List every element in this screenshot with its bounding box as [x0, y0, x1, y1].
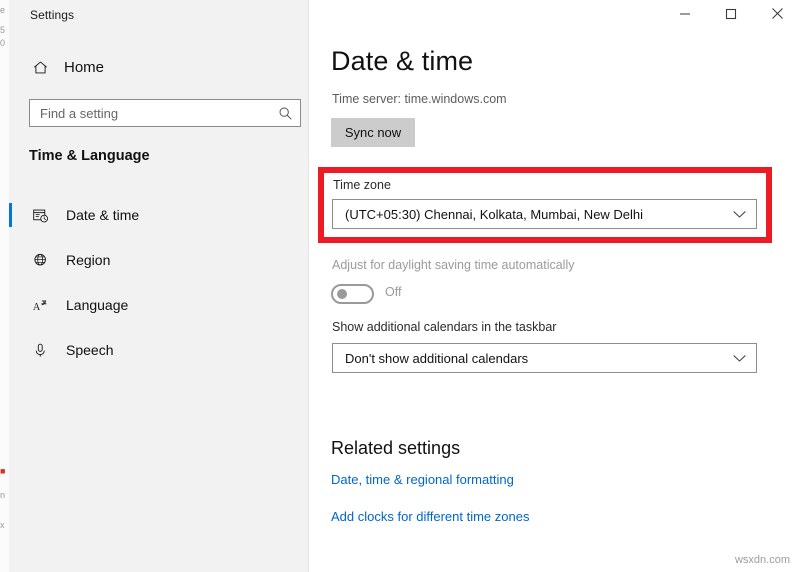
time-server-label: Time server: time.windows.com	[332, 92, 507, 106]
timezone-label: Time zone	[333, 178, 391, 192]
calendar-clock-icon	[31, 207, 49, 224]
search-icon[interactable]	[270, 106, 300, 121]
related-link-date-time-regional-formatting[interactable]: Date, time & regional formatting	[331, 472, 514, 487]
sidebar-item-language[interactable]: A Language	[9, 288, 308, 322]
settings-window: e 5 0 ■ n x Settings Home Ti	[0, 0, 800, 572]
sidebar: Settings Home Time & Language	[9, 0, 309, 572]
page-title: Date & time	[331, 46, 473, 77]
background-fragment: 5	[0, 25, 5, 35]
background-fragment: x	[0, 520, 5, 530]
related-link-add-clocks[interactable]: Add clocks for different time zones	[331, 509, 529, 524]
sidebar-item-date-and-time[interactable]: Date & time	[9, 198, 308, 232]
background-fragment: 0	[0, 38, 5, 48]
window-title: Settings	[30, 8, 74, 22]
svg-text:A: A	[32, 302, 40, 313]
search-input[interactable]	[30, 100, 270, 126]
sidebar-item-region[interactable]: Region	[9, 243, 308, 277]
language-a-icon: A	[31, 297, 49, 314]
timezone-selected-value: (UTC+05:30) Chennai, Kolkata, Mumbai, Ne…	[333, 207, 643, 222]
background-fragment: e	[0, 5, 5, 15]
additional-calendars-selected-value: Don't show additional calendars	[333, 351, 528, 366]
background-fragment: ■	[0, 466, 5, 476]
toggle-knob	[337, 289, 347, 299]
sidebar-item-region-label: Region	[66, 252, 110, 268]
sidebar-item-speech[interactable]: Speech	[9, 333, 308, 367]
maximize-icon	[725, 7, 737, 25]
globe-icon	[31, 252, 49, 269]
sidebar-group-title: Time & Language	[29, 148, 150, 164]
sidebar-item-speech-label: Speech	[66, 342, 113, 358]
background-fragment: n	[0, 490, 5, 500]
watermark: wsxdn.com	[735, 554, 790, 566]
minimize-icon	[679, 7, 691, 25]
chevron-down-icon	[733, 354, 756, 363]
daylight-saving-state: Off	[385, 285, 401, 299]
home-icon	[31, 59, 49, 76]
related-settings-title: Related settings	[331, 438, 460, 459]
timezone-dropdown[interactable]: (UTC+05:30) Chennai, Kolkata, Mumbai, Ne…	[332, 199, 757, 229]
window-controls	[662, 0, 800, 32]
close-button[interactable]	[754, 0, 800, 32]
sync-now-button[interactable]: Sync now	[331, 118, 415, 147]
additional-calendars-label: Show additional calendars in the taskbar	[332, 320, 556, 334]
main-content: Date & time Time server: time.windows.co…	[309, 0, 800, 572]
daylight-saving-label: Adjust for daylight saving time automati…	[332, 258, 574, 272]
daylight-saving-toggle[interactable]	[331, 284, 374, 304]
maximize-button[interactable]	[708, 0, 754, 32]
close-icon	[771, 7, 784, 25]
microphone-icon	[31, 342, 49, 359]
sidebar-item-language-label: Language	[66, 297, 128, 313]
sidebar-item-home[interactable]: Home	[23, 52, 293, 82]
additional-calendars-dropdown[interactable]: Don't show additional calendars	[332, 343, 757, 373]
sidebar-item-home-label: Home	[64, 59, 104, 76]
search-input-wrapper[interactable]	[29, 99, 301, 127]
chevron-down-icon	[733, 210, 756, 219]
sidebar-item-date-and-time-label: Date & time	[66, 207, 139, 223]
minimize-button[interactable]	[662, 0, 708, 32]
